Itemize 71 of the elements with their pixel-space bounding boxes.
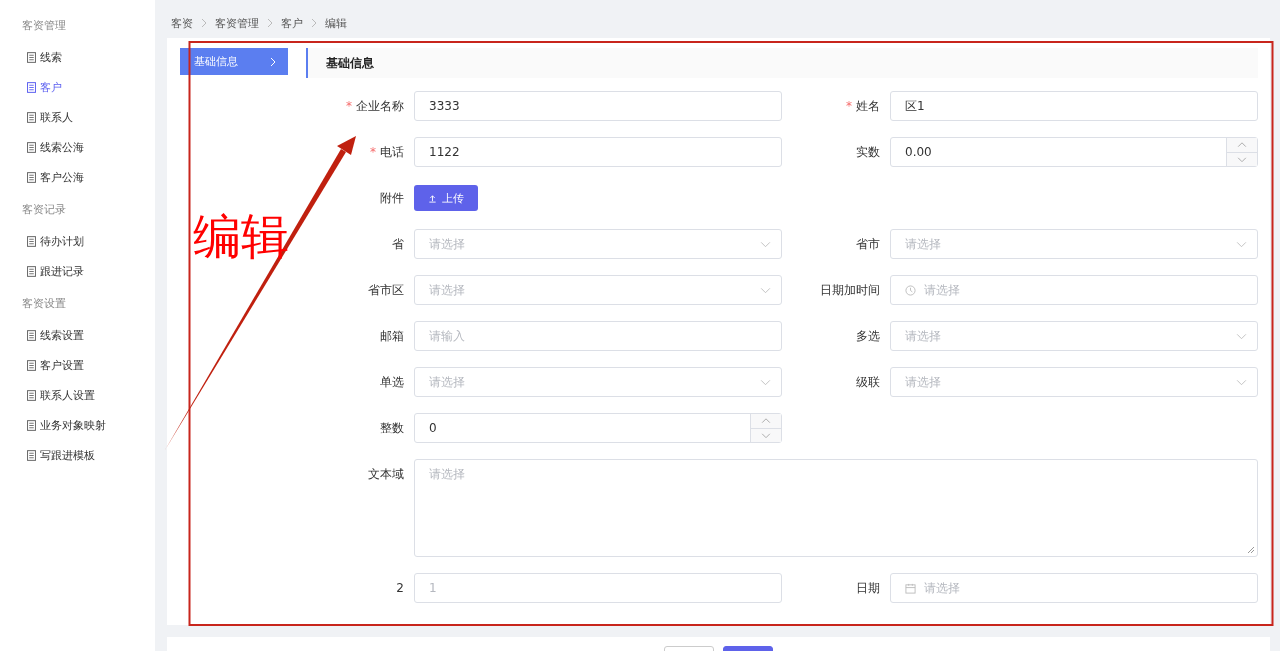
- field-label: 文本域: [367, 466, 404, 483]
- clock-icon: [905, 284, 916, 296]
- number-field[interactable]: 0: [414, 413, 782, 443]
- sidebar-item[interactable]: 联系人设置: [0, 380, 155, 410]
- sidebar-item[interactable]: 写跟进模板: [0, 440, 155, 470]
- breadcrumb-item[interactable]: 客资: [171, 15, 193, 31]
- breadcrumb-item: 编辑: [325, 15, 347, 31]
- sidebar-item[interactable]: 线索设置: [0, 320, 155, 350]
- sidebar-item[interactable]: 客户: [0, 72, 155, 102]
- annotation-label: 编辑: [193, 208, 289, 266]
- section-header: 基础信息: [306, 48, 1258, 78]
- field-label: * 姓名: [845, 98, 880, 115]
- field-label: 单选: [379, 374, 404, 391]
- document-icon: [27, 329, 36, 341]
- field-label: 省市区: [367, 282, 404, 299]
- chevron-right-icon: [311, 18, 317, 28]
- sidebar-group-title: 客资记录: [21, 202, 67, 218]
- field-label: 附件: [379, 190, 404, 207]
- upload-icon: [428, 193, 437, 203]
- caret-icon: [760, 378, 771, 386]
- calendar-icon: [905, 582, 916, 594]
- document-icon: [27, 359, 36, 371]
- document-icon: [27, 141, 36, 153]
- caret-icon: [1236, 332, 1247, 340]
- field-label: 省: [391, 236, 404, 253]
- field-label: 整数: [379, 420, 404, 437]
- document-icon: [27, 265, 36, 277]
- document-icon: [27, 111, 36, 123]
- field-label: 日期: [855, 580, 880, 597]
- sidebar-item[interactable]: 待办计划: [0, 226, 155, 256]
- upload-button[interactable]: 上传: [414, 185, 478, 211]
- sidebar-group-title: 客资设置: [21, 296, 67, 312]
- sidebar-item[interactable]: 客户公海: [0, 162, 155, 192]
- caret-icon: [1236, 378, 1247, 386]
- text-field[interactable]: 3333: [414, 91, 782, 121]
- field-label: * 企业名称: [345, 98, 404, 115]
- document-icon: [27, 419, 36, 431]
- sidebar-item[interactable]: 联系人: [0, 102, 155, 132]
- caret-icon: [760, 240, 771, 248]
- breadcrumb-item[interactable]: 客户: [281, 15, 303, 31]
- chevron-right-icon: [270, 56, 276, 67]
- field-label: 日期加时间: [819, 282, 880, 299]
- sidebar-item[interactable]: 线索: [0, 42, 155, 72]
- field-label: 多选: [855, 328, 880, 345]
- document-icon: [27, 449, 36, 461]
- field-label: 省市: [855, 236, 880, 253]
- text-field[interactable]: 1122: [414, 137, 782, 167]
- breadcrumb-item[interactable]: 客资管理: [215, 15, 259, 31]
- document-icon: [27, 171, 36, 183]
- sidebar-item[interactable]: 线索公海: [0, 132, 155, 162]
- chevron-right-icon: [267, 18, 273, 28]
- field-label: 邮箱: [379, 328, 404, 345]
- document-icon: [27, 51, 36, 63]
- field-label: 2: [395, 580, 404, 597]
- field-label: 实数: [855, 144, 880, 161]
- field-label: 级联: [855, 374, 880, 391]
- document-icon: [27, 389, 36, 401]
- caret-icon: [760, 286, 771, 294]
- chevron-right-icon: [201, 18, 207, 28]
- sidebar-group-title: 客资管理: [21, 18, 67, 34]
- section-tab[interactable]: 基础信息: [180, 48, 288, 75]
- text-field[interactable]: 区1: [890, 91, 1258, 121]
- resize-grip-icon[interactable]: [1247, 546, 1255, 554]
- document-icon: [27, 81, 36, 93]
- sidebar-item[interactable]: 业务对象映射: [0, 410, 155, 440]
- field-label: * 电话: [369, 144, 404, 161]
- sidebar-item[interactable]: 跟进记录: [0, 256, 155, 286]
- caret-icon: [1236, 240, 1247, 248]
- document-icon: [27, 235, 36, 247]
- number-field[interactable]: 0.00: [890, 137, 1258, 167]
- sidebar-item[interactable]: 客户设置: [0, 350, 155, 380]
